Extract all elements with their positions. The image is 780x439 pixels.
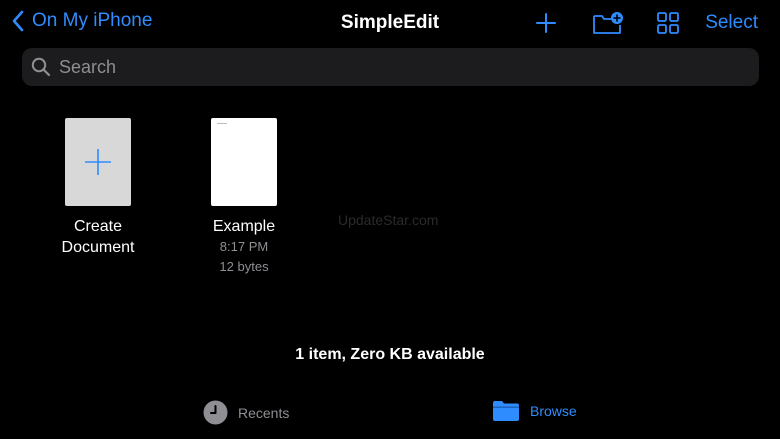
folder-plus-icon <box>593 12 623 34</box>
navigation-bar: On My iPhone SimpleEdit Select <box>0 0 780 46</box>
create-label-line1: Create <box>73 218 123 235</box>
select-button[interactable]: Select <box>705 12 758 34</box>
document-time: 8:17 PM <box>219 239 269 254</box>
document-size: 12 bytes <box>219 259 269 274</box>
back-label: On My iPhone <box>32 10 153 31</box>
chevron-left-icon <box>12 10 24 32</box>
folder-icon <box>493 401 519 421</box>
plus-icon <box>536 13 556 33</box>
plus-icon <box>85 149 111 175</box>
search-input[interactable] <box>57 55 711 79</box>
tab-browse-label: Browse <box>530 403 577 419</box>
document-preview-line <box>217 123 227 124</box>
document-item-example[interactable]: Example 8:17 PM 12 bytes <box>184 118 304 277</box>
search-icon <box>31 57 51 77</box>
tab-recents[interactable]: Recents <box>203 400 289 425</box>
view-options-button[interactable] <box>657 12 679 39</box>
clock-icon <box>203 400 228 425</box>
create-document-item[interactable]: Create Document <box>38 118 158 258</box>
storage-status: 1 item, Zero KB available <box>295 346 485 363</box>
watermark: UpdateStar.com <box>338 212 439 228</box>
create-document-label: Create Document <box>38 216 158 258</box>
add-button[interactable] <box>535 12 557 39</box>
tab-recents-label: Recents <box>238 404 290 421</box>
document-thumbnail <box>211 118 277 206</box>
tab-browse[interactable]: Browse <box>492 400 577 422</box>
create-label-line2: Document <box>61 239 135 256</box>
document-name: Example <box>212 218 276 235</box>
files-browser: On My iPhone SimpleEdit Select Search Cr… <box>0 0 780 439</box>
create-document-thumbnail <box>65 118 131 206</box>
search-bar[interactable] <box>22 48 759 86</box>
back-button[interactable]: On My iPhone <box>12 10 152 32</box>
grid-icon <box>657 12 679 34</box>
new-folder-button[interactable] <box>592 11 624 40</box>
